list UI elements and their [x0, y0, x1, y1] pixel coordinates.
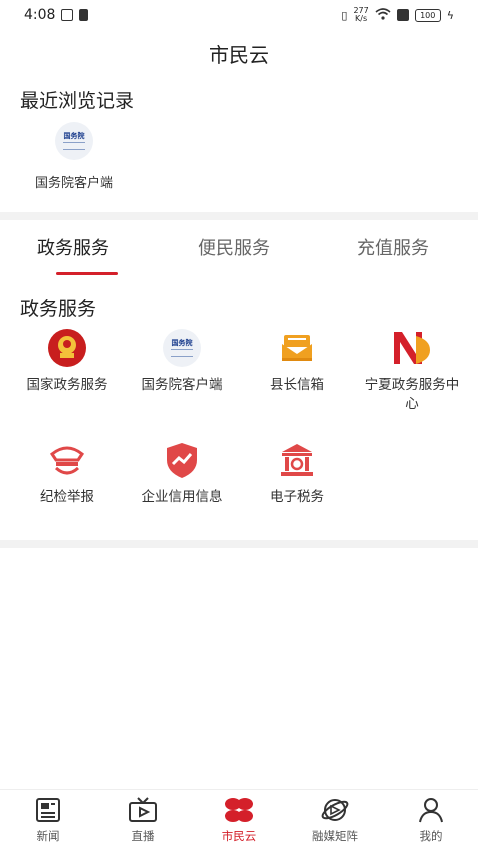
- service-e-tax[interactable]: 电子税务: [241, 440, 353, 507]
- recent-heading: 最近浏览记录: [20, 90, 135, 112]
- nav-label: 市民云: [221, 829, 257, 843]
- net-speed: 277 K/s: [353, 7, 368, 23]
- gov-council-logo-circle: 国务院: [163, 329, 201, 367]
- service-county-mailbox[interactable]: 县长信箱: [241, 328, 353, 395]
- nav-label: 直播: [131, 829, 155, 843]
- service-label: 电子税务: [270, 489, 324, 505]
- inspection-cap-icon: [47, 440, 87, 480]
- service-national-gov[interactable]: 国家政务服务: [11, 328, 123, 395]
- gov-council-logo-text: 国务院: [63, 132, 85, 140]
- tab-government-services[interactable]: 政务服务: [37, 234, 109, 260]
- nav-item-citizen-cloud[interactable]: 市民云: [204, 796, 274, 844]
- service-tabs: 政务服务 便民服务 充值服务: [0, 224, 478, 278]
- service-label: 企业信用信息: [141, 489, 223, 505]
- bottom-nav: 新闻 直播 市民云 融媒矩阵 我的: [0, 789, 478, 850]
- nav-item-media-matrix[interactable]: 融媒矩阵: [300, 796, 370, 844]
- page-title: 市民云: [209, 42, 269, 67]
- tax-bureau-icon: [277, 440, 317, 480]
- tv-icon: [108, 796, 178, 824]
- globe-icon: [300, 796, 370, 824]
- nav-label: 融媒矩阵: [312, 829, 358, 843]
- gov-council-logo-icon: 国务院: [162, 328, 202, 368]
- vibrate-icon: ▯: [341, 8, 348, 22]
- wifi-icon: [375, 7, 391, 23]
- ningxia-n-logo-icon: [392, 328, 432, 368]
- nav-label: 新闻: [36, 829, 60, 843]
- tab-convenience-services[interactable]: 便民服务: [198, 234, 270, 260]
- national-emblem-icon: [47, 328, 87, 368]
- service-inspection-report[interactable]: 纪检举报: [11, 440, 123, 507]
- service-gov-council-app[interactable]: 国务院 国务院客户端: [126, 328, 238, 395]
- sim-alert-icon: [396, 9, 409, 21]
- section-divider-bottom: [0, 540, 478, 548]
- service-enterprise-credit[interactable]: 企业信用信息: [126, 440, 238, 507]
- nav-item-news[interactable]: 新闻: [13, 796, 83, 844]
- alert-icon: [79, 9, 89, 21]
- credit-shield-icon: [162, 440, 202, 480]
- charging-icon: ϟ: [446, 8, 454, 22]
- recent-item-gov-council[interactable]: 国务院 国务院客户端: [18, 122, 130, 191]
- notification-icon: [61, 9, 74, 21]
- gov-council-logo-icon: 国务院: [55, 122, 93, 160]
- nav-label: 我的: [419, 829, 443, 843]
- person-icon: [396, 796, 466, 824]
- mailbox-icon: [277, 328, 317, 368]
- nav-item-mine[interactable]: 我的: [396, 796, 466, 844]
- status-time: 4:08: [24, 7, 56, 23]
- news-icon: [13, 796, 83, 824]
- section-divider: [0, 212, 478, 220]
- gov-council-logo-lines: [171, 349, 193, 357]
- active-tab-indicator: [56, 272, 118, 275]
- gov-council-logo-text: 国务院: [171, 339, 193, 347]
- services-heading: 政务服务: [20, 298, 97, 320]
- page-title-bar: 市民云: [0, 32, 478, 74]
- net-speed-unit: K/s: [355, 14, 368, 23]
- recent-item-label: 国务院客户端: [34, 176, 113, 191]
- clover-icon: [204, 796, 274, 824]
- service-label: 国家政务服务: [26, 377, 108, 393]
- nav-item-live[interactable]: 直播: [108, 796, 178, 844]
- status-bar: 4:08 ▯ 277 K/s 100 ϟ: [0, 0, 478, 30]
- recent-section: 最近浏览记录 国务院 国务院客户端: [0, 78, 478, 212]
- gov-council-logo-lines: [63, 142, 85, 150]
- service-label: 县长信箱: [270, 377, 324, 393]
- service-label: 宁夏政务服务中心: [364, 377, 460, 412]
- battery-indicator: 100: [414, 8, 441, 22]
- service-ningxia-center[interactable]: 宁夏政务服务中心: [356, 328, 468, 414]
- service-label: 国务院客户端: [141, 377, 223, 393]
- service-label: 纪检举报: [40, 489, 94, 505]
- tab-recharge-services[interactable]: 充值服务: [357, 234, 429, 260]
